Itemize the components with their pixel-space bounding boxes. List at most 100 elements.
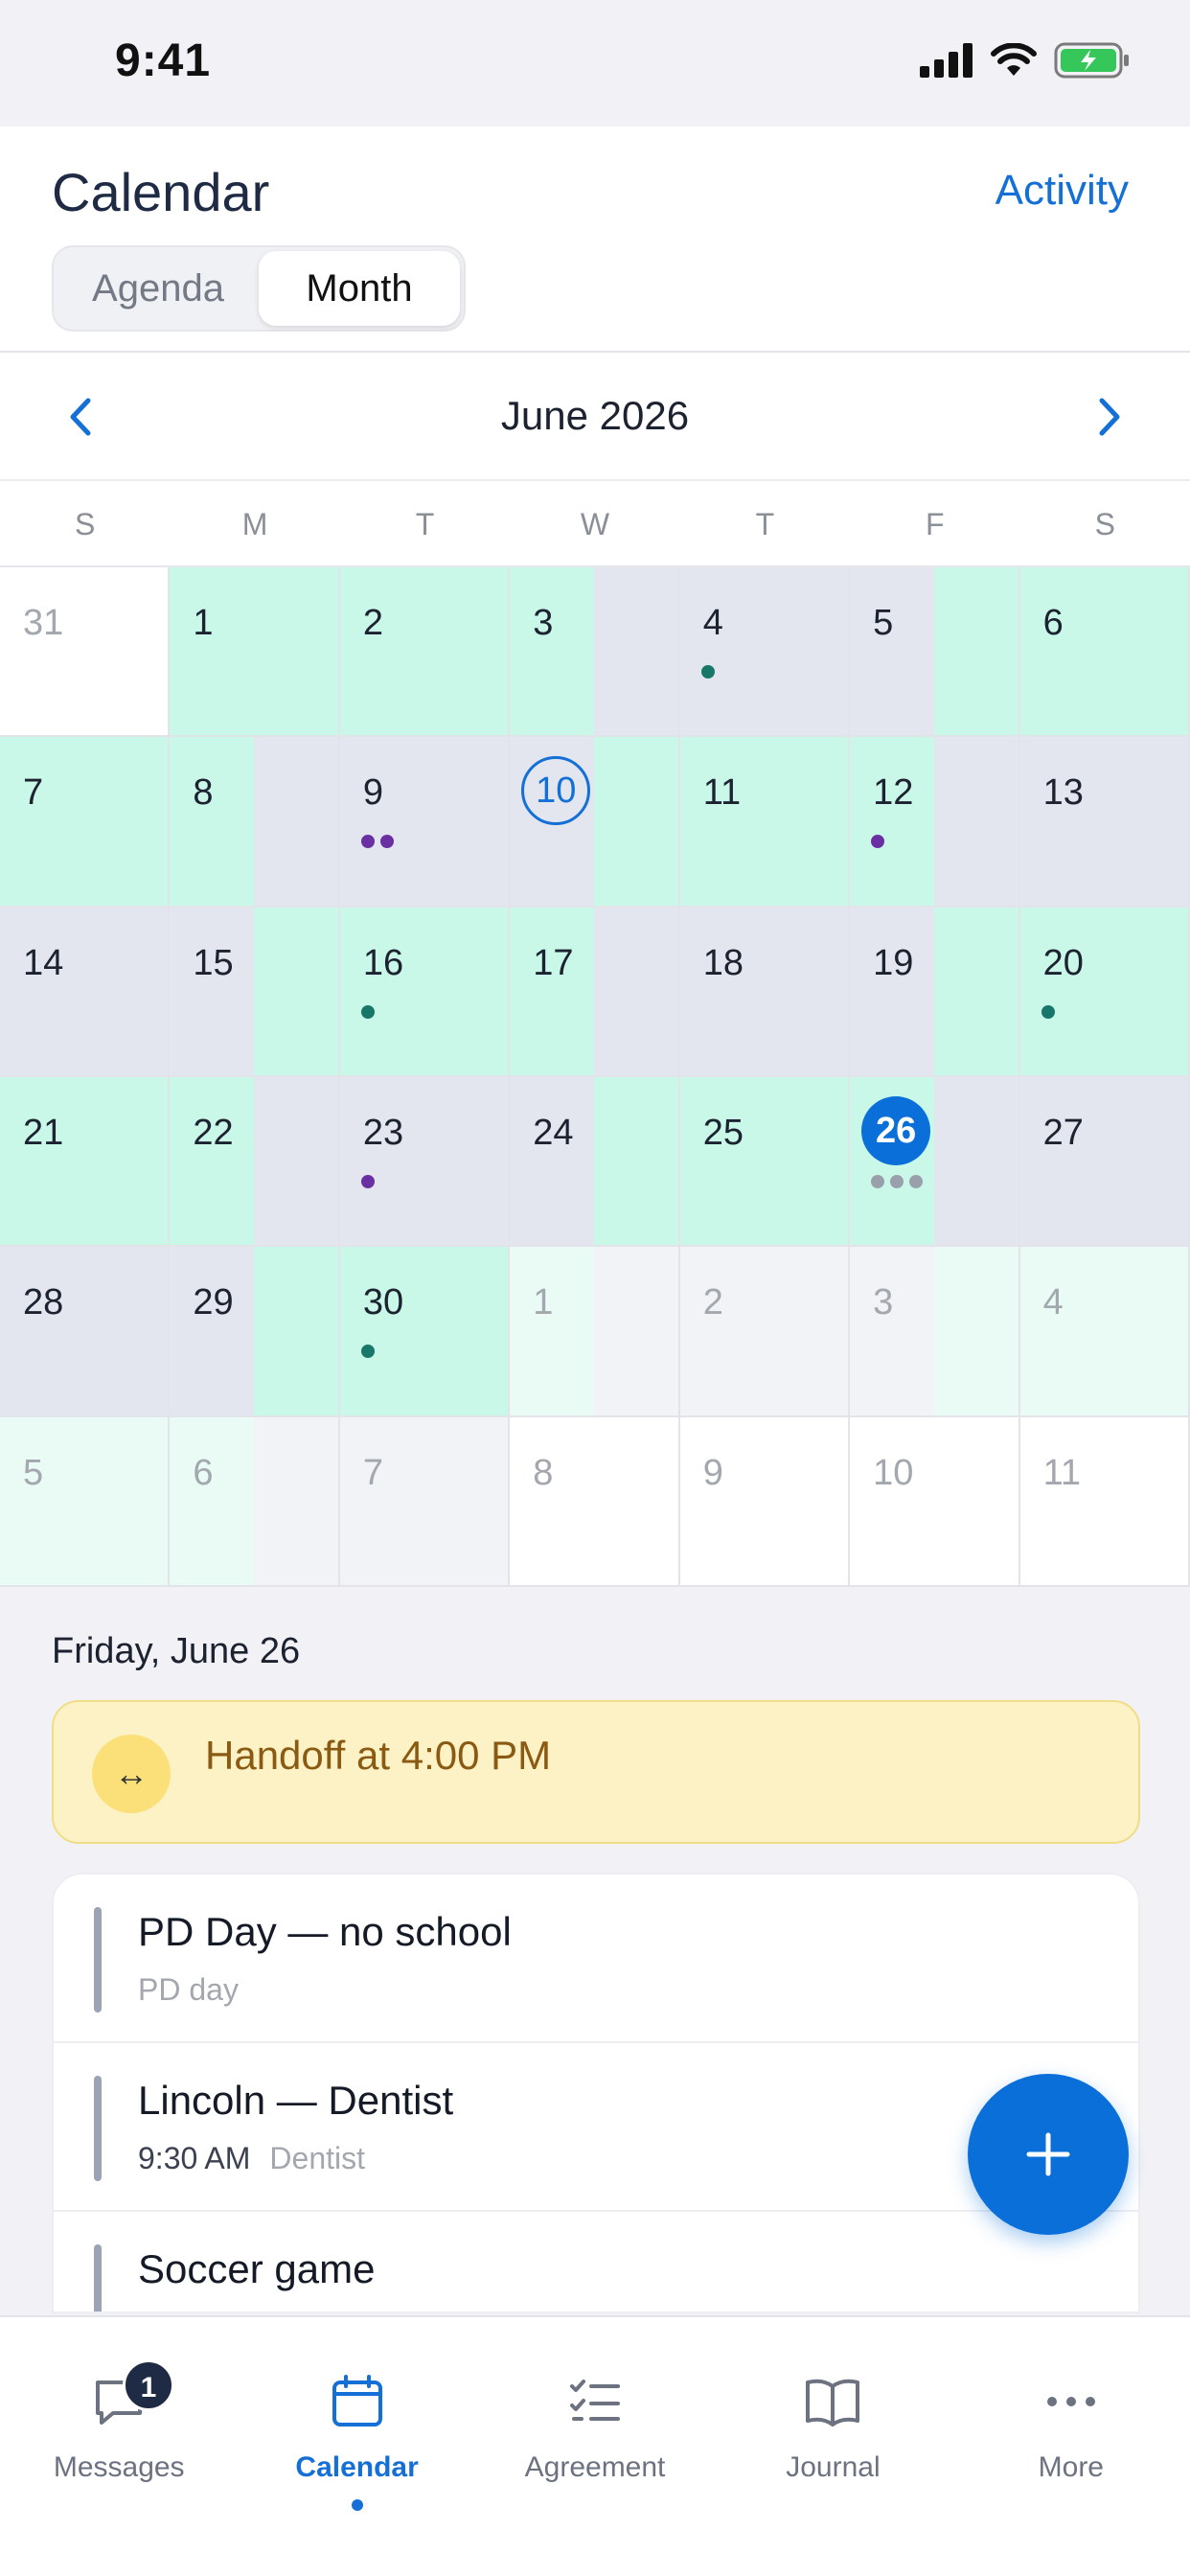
calendar-day-cell[interactable]: 7 bbox=[0, 737, 171, 908]
custody-half-right bbox=[1104, 737, 1188, 906]
day-number: 22 bbox=[193, 1112, 234, 1153]
day-number: 6 bbox=[193, 1452, 214, 1493]
day-number: 8 bbox=[193, 772, 214, 814]
event-item[interactable]: PD Day — no school PD day bbox=[54, 1874, 1138, 2043]
custody-half-right bbox=[1104, 567, 1188, 736]
calendar-day-cell[interactable]: 25 bbox=[679, 1076, 851, 1248]
calendar-day-cell[interactable]: 15 bbox=[170, 907, 340, 1077]
active-tab-indicator bbox=[351, 2499, 363, 2511]
custody-half-right bbox=[254, 907, 338, 1075]
day-number: 5 bbox=[873, 603, 894, 643]
calendar-day-cell[interactable]: 11 bbox=[679, 737, 851, 908]
weekday-label: S bbox=[75, 507, 96, 541]
page-title: Calendar bbox=[52, 162, 270, 222]
calendar-day-cell[interactable]: 12 bbox=[850, 737, 1020, 908]
calendar-day-cell[interactable]: 9 bbox=[679, 1416, 851, 1587]
calendar-day-cell[interactable]: 14 bbox=[0, 907, 171, 1077]
day-number: 1 bbox=[193, 603, 214, 643]
calendar-day-cell[interactable]: 28 bbox=[0, 1247, 171, 1417]
calendar-day-cell[interactable]: 3 bbox=[510, 567, 680, 738]
custody-half-right bbox=[1104, 1416, 1188, 1585]
calendar-day-cell[interactable]: 6 bbox=[170, 1416, 340, 1587]
calendar-day-cell[interactable]: 3 bbox=[850, 1247, 1020, 1417]
chevron-right-icon[interactable] bbox=[1085, 391, 1133, 443]
calendar-day-cell[interactable]: 6 bbox=[1019, 567, 1190, 738]
tab-more[interactable]: More bbox=[952, 2317, 1190, 2576]
calendar-day-cell[interactable]: 23 bbox=[339, 1076, 511, 1248]
event-item[interactable]: Soccer game bbox=[54, 2212, 1138, 2312]
tab-label: Messages bbox=[53, 2451, 185, 2483]
tab-calendar[interactable]: Calendar bbox=[238, 2317, 475, 2576]
calendar-day-cell[interactable]: 7 bbox=[339, 1416, 511, 1587]
calendar-day-cell[interactable]: 13 bbox=[1019, 737, 1190, 908]
tab-messages[interactable]: 1 Messages bbox=[0, 2317, 238, 2576]
custody-half-right bbox=[254, 1076, 338, 1246]
calendar-day-cell[interactable]: 1 bbox=[170, 567, 340, 738]
calendar-day-cell[interactable]: 5 bbox=[0, 1416, 171, 1587]
calendar-day-cell[interactable]: 10 bbox=[850, 1416, 1020, 1587]
calendar-day-cell[interactable]: 4 bbox=[1019, 1247, 1190, 1417]
custody-half-right bbox=[83, 737, 169, 906]
event-dot bbox=[360, 835, 375, 849]
day-number: 9 bbox=[362, 772, 383, 814]
calendar-day-cell[interactable]: 4 bbox=[679, 567, 851, 738]
calendar-day-cell[interactable]: 8 bbox=[510, 1416, 680, 1587]
day-number: 16 bbox=[362, 942, 404, 983]
handoff-banner[interactable]: ↔ Handoff at 4:00 PM bbox=[52, 1700, 1140, 1844]
calendar-day-cell[interactable]: 16 bbox=[339, 907, 511, 1077]
day-number: 4 bbox=[1042, 1282, 1064, 1323]
day-number: 13 bbox=[1042, 772, 1084, 814]
custody-half-right bbox=[933, 1416, 1018, 1585]
calendar-day-cell[interactable]: 20 bbox=[1019, 907, 1190, 1077]
status-bar: 9:41 bbox=[0, 0, 1190, 126]
calendar-day-cell[interactable]: 27 bbox=[1019, 1076, 1190, 1248]
book-icon bbox=[806, 2379, 860, 2426]
event-meta: 9:30 AM Dentist bbox=[138, 2141, 365, 2176]
calendar-day-cell[interactable]: 11 bbox=[1019, 1416, 1190, 1587]
calendar-day-cell[interactable]: 2 bbox=[339, 567, 511, 738]
custody-half-right bbox=[764, 567, 849, 736]
custody-half-right bbox=[764, 1247, 849, 1415]
calendar-day-cell[interactable]: 19 bbox=[850, 907, 1020, 1077]
calendar-day-cell[interactable]: 2 bbox=[679, 1247, 851, 1417]
custody-half-right bbox=[254, 1247, 338, 1415]
calendar-day-cell[interactable]: 1 bbox=[510, 1247, 680, 1417]
calendar-day-cell[interactable]: 31 bbox=[0, 567, 171, 738]
calendar-day-cell[interactable]: 17 bbox=[510, 907, 680, 1077]
calendar-day-cell[interactable]: 30 bbox=[339, 1247, 511, 1417]
calendar-day-cell[interactable]: 18 bbox=[679, 907, 851, 1077]
calendar-day-cell[interactable]: 26 bbox=[850, 1076, 1020, 1248]
day-number: 2 bbox=[362, 603, 383, 643]
calendar-day-cell[interactable]: 8 bbox=[170, 737, 340, 908]
segment-month[interactable]: Month bbox=[259, 251, 460, 326]
custody-half-right bbox=[1104, 1247, 1188, 1415]
event-title: Soccer game bbox=[138, 2246, 376, 2291]
calendar-day-cell[interactable]: 22 bbox=[170, 1076, 340, 1248]
event-dot bbox=[700, 665, 715, 678]
status-time: 9:41 bbox=[115, 35, 212, 86]
day-number: 30 bbox=[362, 1282, 404, 1323]
day-number: 28 bbox=[23, 1282, 64, 1323]
event-dot bbox=[909, 1174, 924, 1188]
day-number: 11 bbox=[1042, 1452, 1082, 1493]
weekday-label: W bbox=[580, 507, 610, 541]
signal-icon bbox=[920, 43, 973, 78]
calendar-day-cell[interactable]: 9 bbox=[339, 737, 511, 908]
custody-half-right bbox=[83, 567, 169, 736]
add-event-button[interactable] bbox=[968, 2074, 1129, 2235]
event-dot bbox=[360, 1004, 375, 1019]
day-number: 12 bbox=[873, 772, 914, 814]
tab-journal[interactable]: Journal bbox=[714, 2317, 951, 2576]
calendar-day-cell[interactable]: 29 bbox=[170, 1247, 340, 1417]
calendar-day-cell[interactable]: 10 bbox=[510, 737, 680, 908]
custody-half-right bbox=[83, 1416, 169, 1585]
activity-link[interactable]: Activity bbox=[995, 167, 1129, 215]
day-number: 11 bbox=[702, 772, 742, 814]
day-number: 27 bbox=[1042, 1112, 1084, 1153]
month-nav: June 2026 bbox=[0, 353, 1190, 481]
calendar-day-cell[interactable]: 24 bbox=[510, 1076, 680, 1248]
calendar-day-cell[interactable]: 21 bbox=[0, 1076, 171, 1248]
calendar-day-cell[interactable]: 5 bbox=[850, 567, 1020, 738]
segment-agenda[interactable]: Agenda bbox=[57, 251, 259, 326]
tab-agreement[interactable]: Agreement bbox=[476, 2317, 714, 2576]
